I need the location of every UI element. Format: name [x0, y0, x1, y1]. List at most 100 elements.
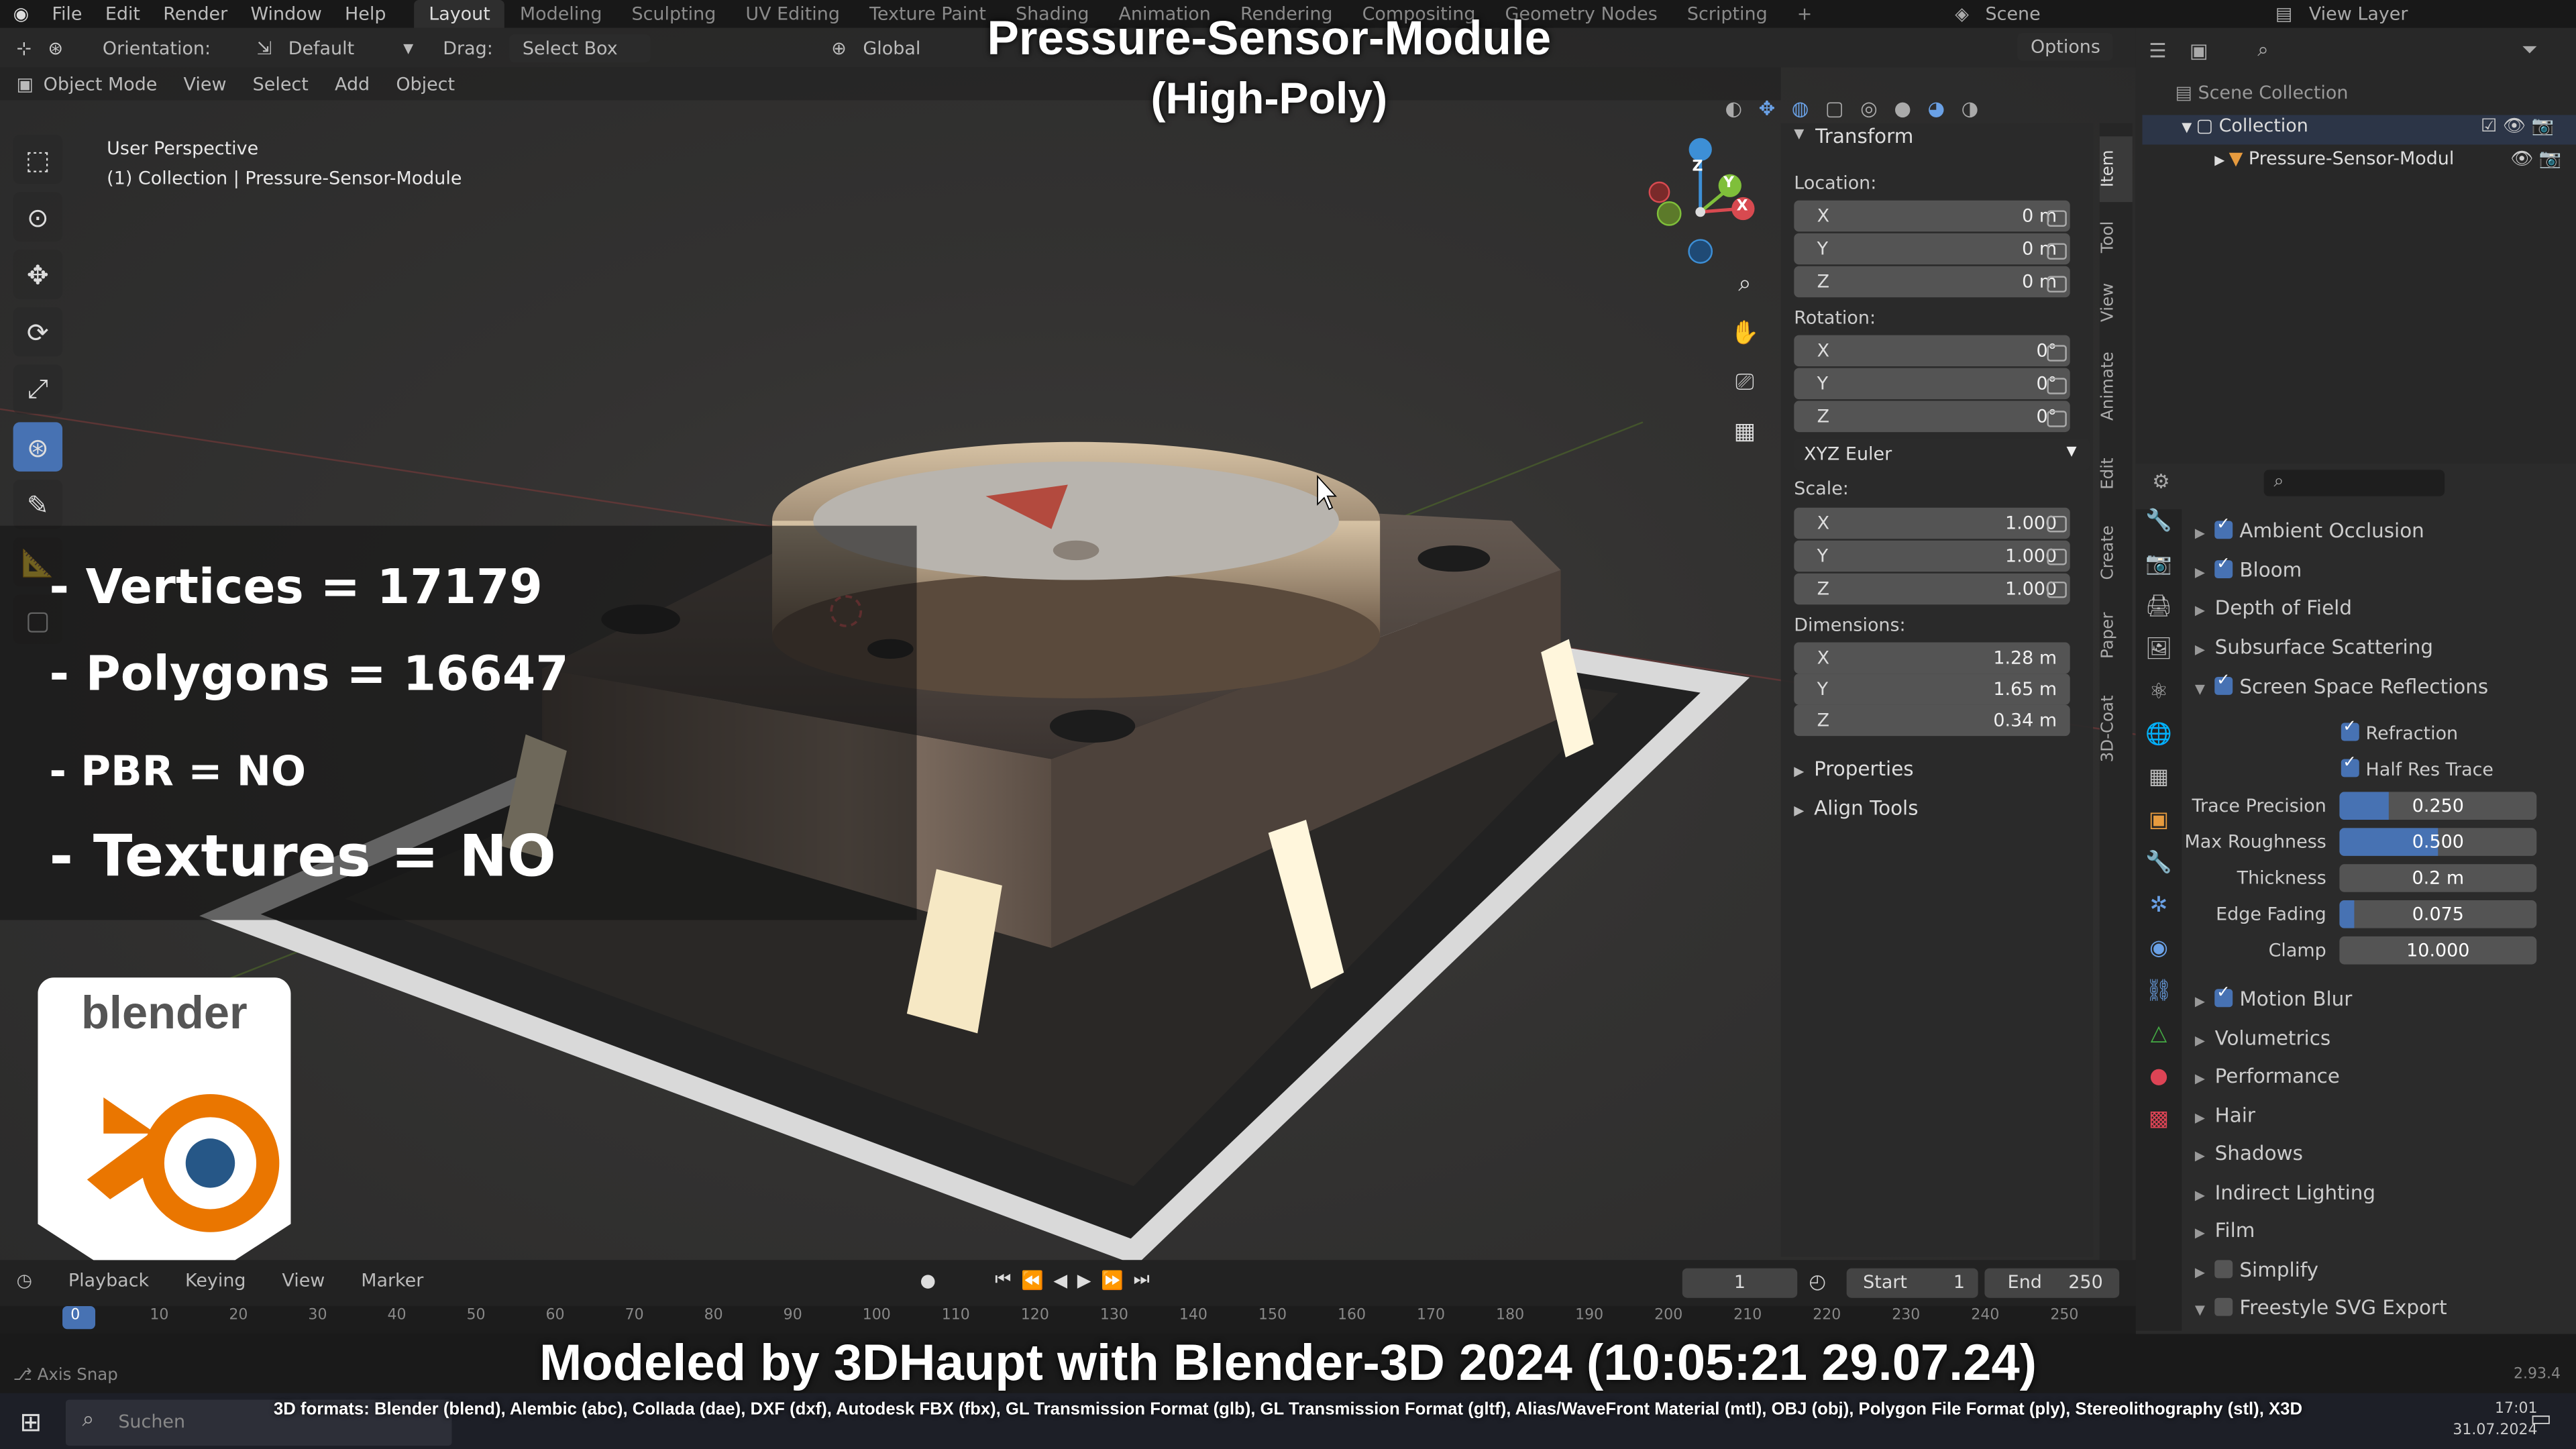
scale-tool-icon[interactable]: ⤢: [13, 364, 63, 415]
start-frame-field[interactable]: Start 1: [1846, 1268, 1978, 1298]
depth-of-field-panel[interactable]: ▶ Depth of Field: [2195, 596, 2352, 619]
menu-marker[interactable]: Marker: [361, 1270, 423, 1291]
rotation-x-field[interactable]: X 0°: [1794, 335, 2070, 367]
object-row[interactable]: ▶ ▼ Pressure-Sensor-Modul: [2214, 148, 2454, 169]
move-tool-icon[interactable]: ✥: [13, 250, 63, 299]
pan-hand-icon[interactable]: ✋: [1725, 321, 1764, 370]
checkbox[interactable]: [2214, 1297, 2233, 1316]
physics-properties-icon[interactable]: ◉: [2136, 936, 2182, 979]
tab-edit[interactable]: Edit: [2100, 445, 2133, 501]
thickness-field[interactable]: 0.2 m: [2339, 864, 2537, 892]
menu-playback[interactable]: Playback: [68, 1270, 149, 1291]
cursor-tool-icon[interactable]: ⊙: [13, 192, 63, 242]
properties-section-header[interactable]: ▶ Properties: [1794, 757, 1913, 780]
lock-icon[interactable]: [2047, 548, 2067, 566]
lock-icon[interactable]: [2047, 378, 2067, 394]
half-res-trace-option[interactable]: Half Res Trace: [2341, 754, 2493, 780]
checkbox[interactable]: [2214, 516, 2233, 539]
max-roughness-slider[interactable]: 0.500: [2339, 828, 2537, 856]
properties-search-input[interactable]: ⌕: [2263, 470, 2445, 496]
camera-icon[interactable]: 📷: [2531, 115, 2554, 136]
tab-item[interactable]: Item: [2099, 136, 2133, 203]
transform-section-header[interactable]: ▼ Transform: [1781, 123, 2093, 153]
tab-3d-coat[interactable]: 3D-Coat: [2100, 685, 2133, 773]
checkbox[interactable]: [2341, 718, 2359, 741]
align-tools-section-header[interactable]: ▶ Align Tools: [1794, 797, 1918, 820]
hair-panel[interactable]: ▶ Hair: [2195, 1104, 2255, 1127]
perspective-grid-icon[interactable]: ▦: [1725, 419, 1764, 468]
editor-type-icon[interactable]: ◷: [16, 1270, 32, 1291]
scene-properties-icon[interactable]: ⚛: [2136, 680, 2182, 723]
constraints-properties-icon[interactable]: ⛓: [2136, 979, 2182, 1022]
clamp-field[interactable]: 10.000: [2339, 936, 2537, 965]
screen-space-reflections-panel[interactable]: ▼ Screen Space Reflections: [2195, 672, 2488, 698]
ambient-occlusion-panel[interactable]: ▶ Ambient Occlusion: [2195, 516, 2424, 542]
tab-view[interactable]: View: [2100, 274, 2133, 330]
simplify-panel[interactable]: ▶ Simplify: [2195, 1258, 2318, 1281]
jump-end-icon[interactable]: ⏭: [1133, 1269, 1149, 1291]
trace-precision-slider[interactable]: 0.250: [2339, 792, 2537, 820]
lock-icon[interactable]: [2047, 345, 2067, 362]
checkbox[interactable]: [2214, 1260, 2233, 1279]
edge-fading-slider[interactable]: 0.075: [2339, 900, 2537, 928]
annotate-tool-icon[interactable]: ✎: [13, 480, 63, 529]
frame-ruler[interactable]: 0 10 20 30 40 50 60 70 80 90 100 110 120 130 140 150 160…: [0, 1305, 2136, 1334]
select-box-tool-icon[interactable]: ⬚: [13, 134, 63, 184]
tool-properties-icon[interactable]: 🔧: [2136, 509, 2182, 552]
editor-type-icon[interactable]: ⚙: [2152, 470, 2169, 492]
checkbox[interactable]: [2214, 984, 2233, 1008]
menu-view[interactable]: View: [282, 1270, 325, 1291]
camera-icon[interactable]: 📷: [2539, 148, 2562, 169]
material-properties-icon[interactable]: ●: [2136, 1065, 2182, 1108]
prev-keyframe-icon[interactable]: ⏪: [1021, 1269, 1044, 1291]
dimensions-z-field[interactable]: Z 0.34 m: [1794, 704, 2070, 737]
view-layer-properties-icon[interactable]: 🖼: [2136, 637, 2182, 680]
scale-z-field[interactable]: Z 1.000: [1794, 573, 2070, 605]
lock-icon[interactable]: [2047, 243, 2067, 260]
display-mode-icon[interactable]: ▣: [2190, 39, 2208, 62]
shadows-panel[interactable]: ▶ Shadows: [2195, 1142, 2303, 1165]
indirect-lighting-panel[interactable]: ▶ Indirect Lighting: [2195, 1181, 2375, 1204]
editor-type-icon[interactable]: ☰: [2149, 39, 2166, 62]
particles-properties-icon[interactable]: ✲: [2136, 894, 2182, 936]
next-keyframe-icon[interactable]: ⏩: [1101, 1269, 1124, 1291]
collection-properties-icon[interactable]: ▦: [2136, 765, 2182, 808]
tab-paper[interactable]: Paper: [2100, 603, 2133, 669]
performance-panel[interactable]: ▶ Performance: [2195, 1065, 2340, 1087]
eye-icon[interactable]: 👁: [2503, 115, 2532, 136]
location-z-field[interactable]: Z0 m: [1794, 266, 2070, 298]
film-panel[interactable]: ▶ Film: [2195, 1219, 2255, 1242]
current-frame-field[interactable]: 1: [1682, 1268, 1798, 1298]
modifier-properties-icon[interactable]: 🔧: [2136, 851, 2182, 894]
rotate-tool-icon[interactable]: ⟳: [13, 307, 63, 357]
search-icon[interactable]: ⌕: [2257, 38, 2268, 62]
lock-icon[interactable]: [2047, 210, 2067, 227]
freestyle-svg-export-panel[interactable]: ▼ Freestyle SVG Export: [2195, 1296, 2447, 1319]
transform-tool-icon[interactable]: ⊛: [13, 422, 63, 472]
texture-properties-icon[interactable]: ▩: [2136, 1108, 2182, 1150]
menu-keying[interactable]: Keying: [185, 1270, 246, 1291]
scale-y-field[interactable]: Y 1.000: [1794, 540, 2070, 572]
bloom-panel[interactable]: ▶ Bloom: [2195, 555, 2302, 582]
filter-icon[interactable]: ⏷: [2522, 38, 2538, 62]
clock-icon[interactable]: ◴: [1809, 1270, 1826, 1293]
location-x-field[interactable]: X0 m: [1794, 200, 2070, 232]
collection-row[interactable]: ▼ ▢ Collection: [2182, 115, 2308, 136]
location-y-field[interactable]: Y0 m: [1794, 233, 2070, 265]
checkbox[interactable]: [2214, 555, 2233, 579]
checkbox[interactable]: [2214, 672, 2233, 695]
zoom-icon[interactable]: ⌕: [1725, 271, 1764, 320]
refraction-option[interactable]: Refraction: [2341, 718, 2458, 744]
dimensions-y-field[interactable]: Y 1.65 m: [1794, 674, 2070, 705]
play-reverse-icon[interactable]: ◀: [1053, 1269, 1067, 1291]
jump-start-icon[interactable]: ⏮: [995, 1269, 1011, 1291]
scene-collection-row[interactable]: ▤ Scene Collection: [2175, 82, 2348, 103]
lock-icon[interactable]: [2047, 276, 2067, 292]
lock-icon[interactable]: [2047, 515, 2067, 533]
tab-animate[interactable]: Animate: [2100, 340, 2133, 432]
rotation-z-field[interactable]: Z 0°: [1794, 400, 2070, 433]
volumetrics-panel[interactable]: ▶ Volumetrics: [2195, 1027, 2330, 1050]
world-properties-icon[interactable]: 🌐: [2136, 723, 2182, 766]
eye-icon[interactable]: 👁: [2510, 148, 2539, 169]
output-properties-icon[interactable]: 🖨: [2136, 595, 2182, 638]
